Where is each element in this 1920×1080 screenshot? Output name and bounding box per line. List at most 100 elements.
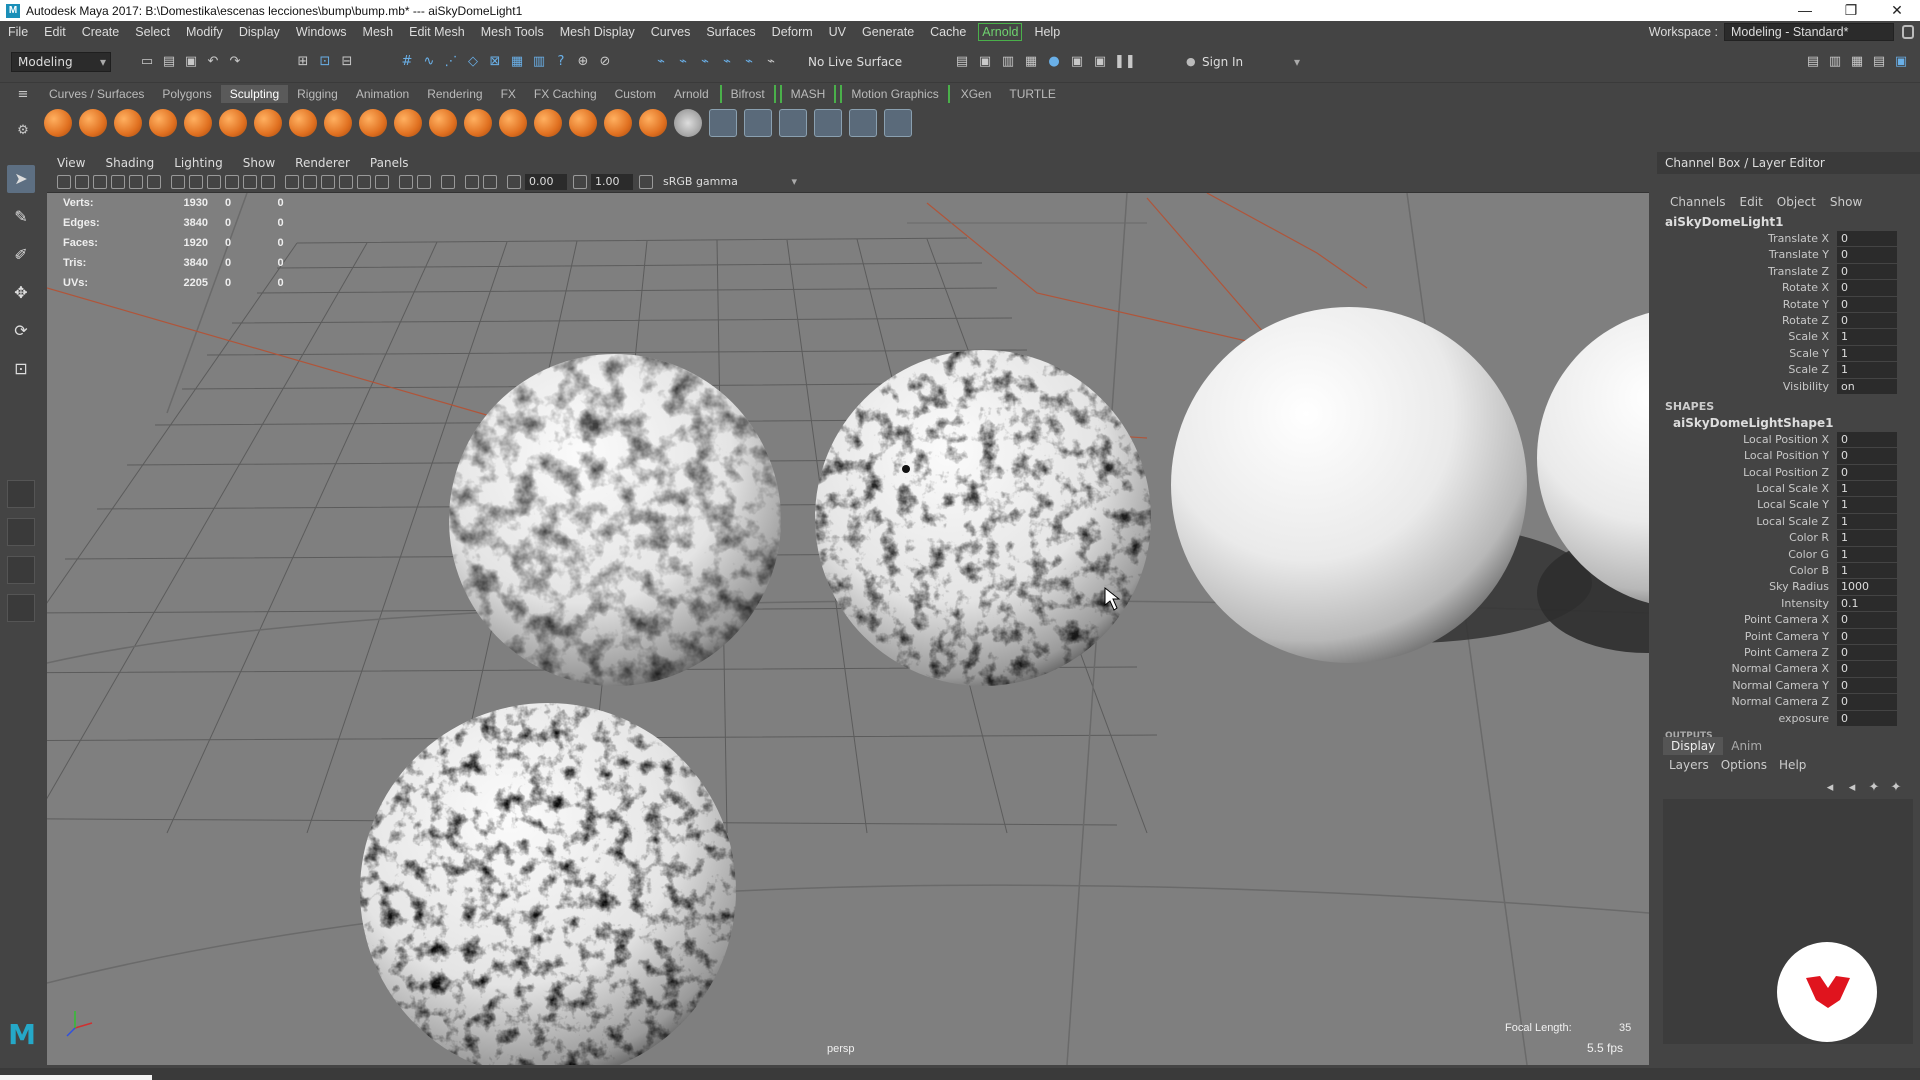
channel-row[interactable]: Color B1 [1657, 563, 1920, 579]
vp-menu-show[interactable]: Show [233, 155, 285, 172]
highlight-selection-icon[interactable]: ⊘ [596, 53, 614, 71]
channel-row[interactable]: Sky Radius 1000 [1657, 579, 1920, 595]
vp-menu-lighting[interactable]: Lighting [164, 155, 233, 172]
channel-row[interactable]: Intensity 0.1 [1657, 595, 1920, 612]
use-all-lights-icon[interactable] [357, 175, 371, 189]
channel-attr-value[interactable]: 0 [1837, 448, 1897, 464]
channel-row[interactable]: Translate X0 [1657, 231, 1920, 247]
channel-attr-value[interactable]: 1 [1837, 497, 1897, 513]
spray-tool-icon[interactable] [289, 109, 317, 137]
tab-anim-layers[interactable]: Anim [1723, 737, 1770, 755]
tab-xgen[interactable]: XGen [952, 85, 1001, 103]
snap-grid-icon[interactable]: # [398, 53, 416, 71]
channel-attr-name[interactable]: Local Scale Z [1657, 514, 1837, 530]
cb-menu-object[interactable]: Object [1770, 195, 1823, 209]
pivot-ops-icon[interactable]: ⌁ [740, 53, 758, 71]
redo-icon[interactable]: ↷ [226, 53, 244, 71]
channel-attr-name[interactable]: Local Scale X [1657, 481, 1837, 497]
channel-attr-value[interactable]: 1000 [1837, 579, 1897, 595]
open-scene-icon[interactable]: ▤ [160, 53, 178, 71]
channel-row[interactable]: Scale Y1 [1657, 345, 1920, 362]
menu-help[interactable]: Help [1026, 21, 1068, 43]
menu-mesh-tools[interactable]: Mesh Tools [473, 21, 552, 43]
shelf-gear-icon[interactable]: ⚙ [14, 122, 32, 140]
freeze-tool-icon[interactable] [639, 109, 667, 137]
amplify-tool-icon[interactable] [604, 109, 632, 137]
cb-menu-channels[interactable]: Channels [1663, 195, 1733, 209]
single-pane-layout-icon[interactable] [7, 480, 35, 508]
channel-row[interactable]: Color R1 [1657, 530, 1920, 546]
repeat-tool-icon[interactable] [324, 109, 352, 137]
camera-attributes-icon[interactable] [75, 175, 89, 189]
channel-row[interactable]: Translate Y0 [1657, 247, 1920, 263]
save-scene-icon[interactable]: ▣ [182, 53, 200, 71]
input-ops-icon[interactable]: ⌁ [652, 53, 670, 71]
channel-attr-value[interactable]: 0 [1837, 312, 1897, 329]
workspace-dropdown[interactable]: Modeling - Standard* [1724, 23, 1894, 41]
wireframe-on-shaded-icon[interactable] [321, 175, 335, 189]
menu-file[interactable]: File [0, 21, 36, 43]
menu-display[interactable]: Display [231, 21, 288, 43]
channel-attr-name[interactable]: Local Position Z [1657, 465, 1837, 481]
xray-icon[interactable]: ? [552, 53, 570, 71]
wax-tool-icon[interactable] [394, 109, 422, 137]
menu-windows[interactable]: Windows [288, 21, 355, 43]
menu-modify[interactable]: Modify [178, 21, 231, 43]
channel-attr-name[interactable]: Color G [1657, 547, 1837, 563]
tab-fx-caching[interactable]: FX Caching [525, 85, 606, 103]
viewport-scene[interactable] [47, 193, 1649, 1065]
close-button[interactable]: ✕ [1874, 0, 1920, 21]
outliner-toggle-icon[interactable]: ▤ [1870, 53, 1888, 71]
channel-row[interactable]: Point Camera Y0 [1657, 628, 1920, 645]
render-view-icon[interactable]: ▤ [953, 53, 971, 71]
channel-attr-value[interactable]: 0 [1837, 296, 1897, 312]
channel-attr-value[interactable]: 0 [1837, 464, 1897, 481]
tab-mash[interactable]: MASH [779, 85, 837, 103]
ambient-occlusion-icon[interactable] [441, 175, 455, 189]
move-layer-down-icon[interactable]: ◂ [1843, 779, 1861, 797]
vp-menu-panels[interactable]: Panels [360, 155, 419, 172]
channel-attr-value[interactable]: 0 [1837, 280, 1897, 296]
channel-row[interactable]: Local Scale Y1 [1657, 497, 1920, 513]
foamy-tool-icon[interactable] [254, 109, 282, 137]
menu-select[interactable]: Select [127, 21, 178, 43]
tab-rigging[interactable]: Rigging [288, 85, 347, 103]
hypershade-icon[interactable]: ● [1045, 53, 1063, 71]
cb-menu-edit[interactable]: Edit [1733, 195, 1770, 209]
channel-row[interactable]: Local Position X0 [1657, 431, 1920, 448]
channel-row[interactable]: Scale Z1 [1657, 362, 1920, 378]
channel-row[interactable]: Rotate Y0 [1657, 296, 1920, 313]
channel-attr-value[interactable]: 0 [1837, 231, 1897, 247]
grease-pencil-icon[interactable] [147, 175, 161, 189]
menu-create[interactable]: Create [74, 21, 128, 43]
modeling-toolkit-toggle-icon[interactable]: ▦ [1848, 53, 1866, 71]
smear-tool-icon[interactable] [534, 109, 562, 137]
new-scene-icon[interactable]: ▭ [138, 53, 156, 71]
imprint-tool-icon[interactable] [359, 109, 387, 137]
channel-attr-value[interactable]: 0 [1837, 694, 1897, 710]
lock-selection-icon[interactable]: ⊕ [574, 53, 592, 71]
channel-row[interactable]: Scale X1 [1657, 329, 1920, 345]
shape-editor-icon[interactable] [849, 109, 877, 137]
new-empty-layer-icon[interactable]: ✦ [1865, 779, 1883, 797]
minimize-button[interactable]: — [1782, 0, 1828, 21]
xray-mode-icon[interactable] [417, 175, 431, 189]
channel-row[interactable]: Normal Camera Z0 [1657, 694, 1920, 710]
channel-attr-name[interactable]: Visibility [1657, 379, 1837, 395]
attribute-editor-toggle-icon[interactable]: ▤ [1804, 53, 1822, 71]
channel-attr-value[interactable]: 0 [1837, 644, 1897, 661]
sign-in-button[interactable]: Sign In [1180, 52, 1300, 72]
channel-attr-value[interactable]: 0 [1837, 677, 1897, 694]
field-chart-icon[interactable] [243, 175, 257, 189]
grid-toggle-icon[interactable] [171, 175, 185, 189]
channel-attr-value[interactable]: 1 [1837, 546, 1897, 563]
channel-row[interactable]: Rotate X0 [1657, 280, 1920, 296]
le-menu-options[interactable]: Options [1715, 758, 1773, 772]
ipr-render-icon[interactable]: ▥ [999, 53, 1017, 71]
maximize-button[interactable]: ❐ [1828, 0, 1874, 21]
history-ops-icon[interactable]: ⌁ [718, 53, 736, 71]
channel-attr-name[interactable]: Rotate X [1657, 280, 1837, 296]
tab-display-layers[interactable]: Display [1663, 737, 1724, 755]
arnold-render-view-icon[interactable]: ▣ [1068, 53, 1086, 71]
move-layer-up-icon[interactable]: ◂ [1821, 779, 1839, 797]
